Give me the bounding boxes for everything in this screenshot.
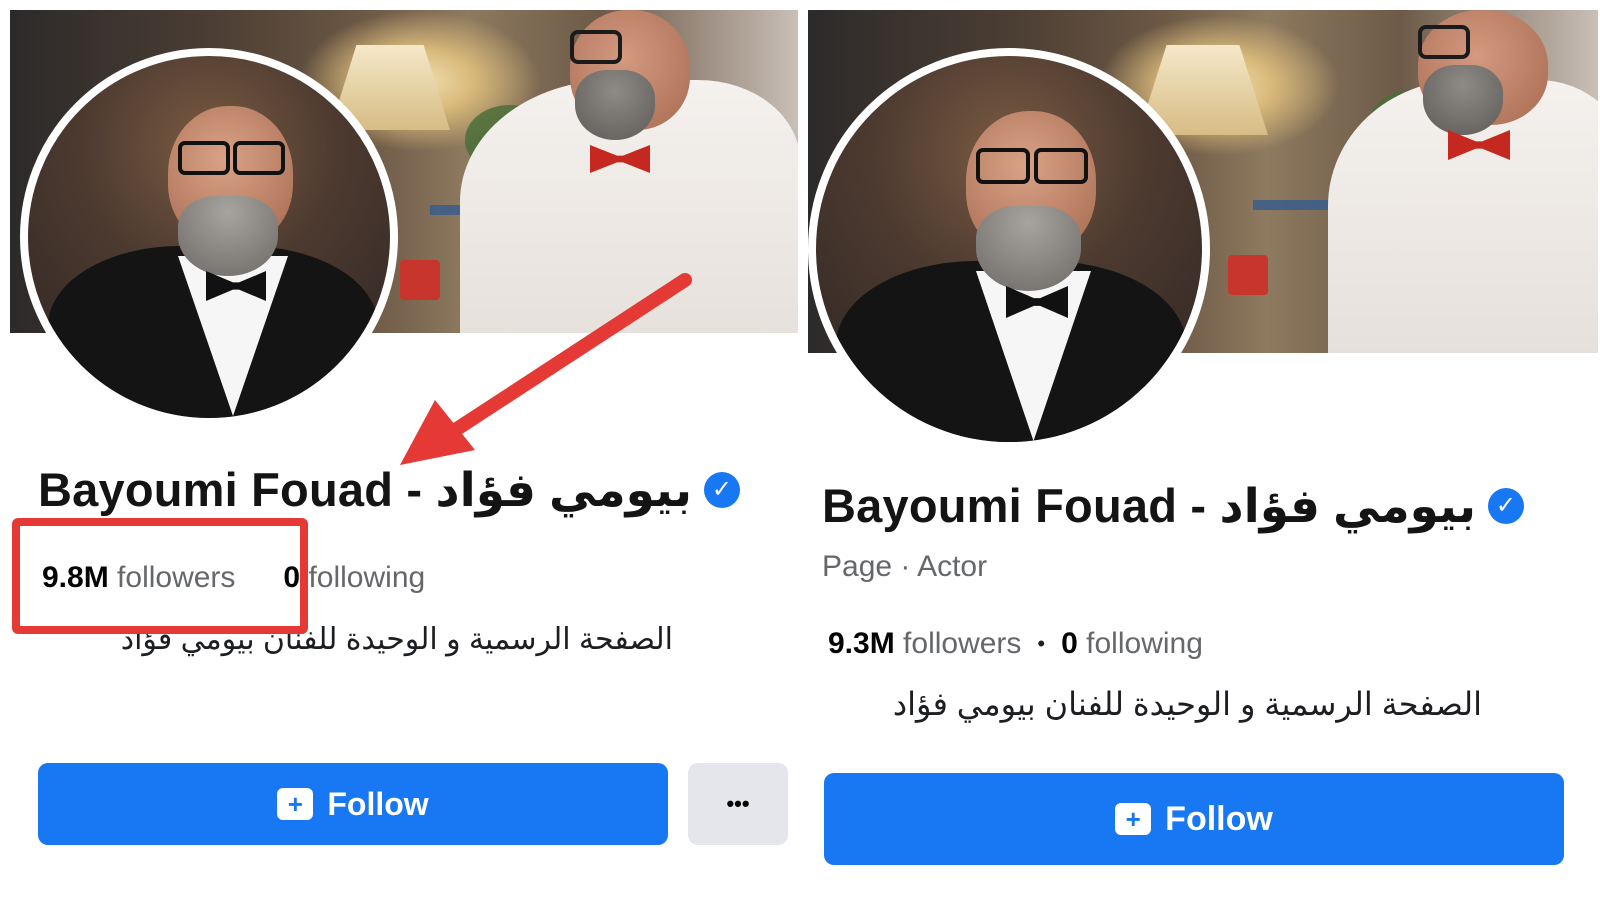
profile-photo[interactable]	[20, 48, 398, 426]
annotation-arrow	[400, 273, 692, 465]
following-stat[interactable]: 0 following	[1061, 627, 1203, 661]
right-screenshot-panel: Bayoumi Fouad - بيومي فؤاد ✓ Page · Acto…	[808, 0, 1600, 900]
page-category: Page · Actor	[822, 550, 988, 583]
following-count: 0	[1061, 627, 1078, 660]
follow-add-icon	[277, 788, 314, 820]
followers-stat[interactable]: 9.3M followers	[828, 627, 1021, 661]
stats-separator: •	[1037, 631, 1046, 656]
follow-stats: 9.3M followers • 0 following	[828, 624, 1203, 664]
followers-highlight-box	[12, 518, 308, 634]
follow-add-icon	[1115, 803, 1152, 835]
more-options-icon[interactable]: •••	[688, 763, 788, 845]
following-label: following	[1086, 627, 1203, 660]
bio-text: الصفحة الرسمية و الوحيدة للفنان بيومي فؤ…	[892, 686, 1482, 722]
verified-badge-icon: ✓	[1487, 488, 1524, 524]
followers-count: 9.3M	[828, 627, 895, 660]
profile-photo[interactable]	[808, 48, 1210, 450]
left-screenshot-panel: Bayoumi Fouad - بيومي فؤاد ✓ 9.8M follow…	[0, 0, 800, 900]
following-label: following	[308, 561, 426, 594]
followers-label: followers	[903, 627, 1022, 660]
page-title: Bayoumi Fouad - بيومي فؤاد ✓	[822, 475, 1524, 537]
follow-label: Follow	[327, 785, 429, 822]
panel-divider	[800, 0, 808, 900]
page-name: Bayoumi Fouad - بيومي فؤاد	[822, 479, 1476, 532]
follow-button[interactable]: Follow	[38, 763, 668, 845]
follow-button[interactable]: Follow	[824, 773, 1564, 865]
follow-label: Follow	[1165, 799, 1273, 838]
